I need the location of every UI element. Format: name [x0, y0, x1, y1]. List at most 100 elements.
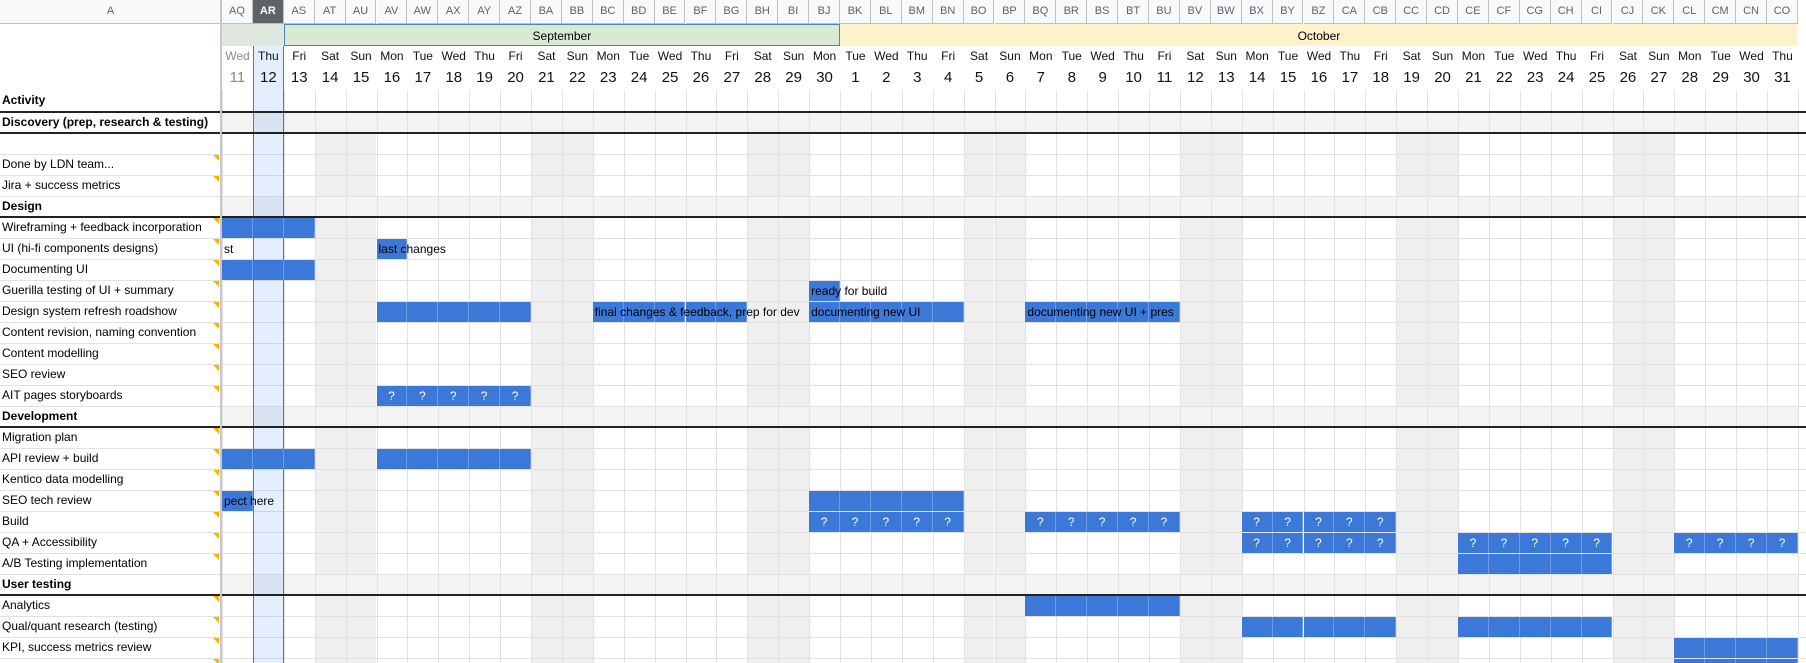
column-header-be[interactable]: BE	[654, 0, 686, 24]
activity-row-label[interactable]: Qual/quant research (testing)	[0, 616, 218, 637]
column-header-cf[interactable]: CF	[1488, 0, 1520, 24]
column-header-ar[interactable]: AR	[252, 0, 284, 24]
task-bar-cell[interactable]	[283, 449, 315, 469]
column-header-bg[interactable]: BG	[716, 0, 748, 24]
activity-row-label[interactable]: Iterations plan	[0, 658, 218, 663]
task-bar-cell[interactable]	[1458, 617, 1489, 637]
section-heading[interactable]: Design	[0, 196, 218, 217]
task-bar-cell[interactable]	[438, 302, 470, 322]
task-bar-cell[interactable]	[1767, 638, 1798, 658]
task-bar-cell-uncertain[interactable]: ?	[438, 386, 470, 406]
activity-row-label[interactable]	[0, 133, 218, 154]
task-bar-cell-uncertain[interactable]: ?	[1365, 512, 1397, 532]
activity-row-label[interactable]: QA + Accessibility	[0, 532, 218, 553]
activity-row-label[interactable]: Design system refresh roadshow	[0, 301, 218, 322]
task-bar-cell-uncertain[interactable]: ?	[1550, 533, 1582, 553]
column-header-cg[interactable]: CG	[1519, 0, 1551, 24]
task-bar-cell[interactable]	[222, 218, 253, 238]
column-header-ba[interactable]: BA	[531, 0, 562, 24]
column-header-ce[interactable]: CE	[1458, 0, 1489, 24]
task-bar-cell[interactable]	[1519, 617, 1551, 637]
activity-row-label[interactable]: Wireframing + feedback incorporation	[0, 217, 218, 238]
activity-row-label[interactable]: Analytics	[0, 595, 218, 616]
activity-row-label[interactable]: Content modelling	[0, 343, 218, 364]
task-bar-cell-uncertain[interactable]: ?	[1056, 512, 1088, 532]
task-bar-cell[interactable]	[252, 260, 284, 280]
task-bar-cell[interactable]	[1674, 659, 1706, 663]
column-header-ci[interactable]: CI	[1581, 0, 1613, 24]
task-bar-cell[interactable]	[500, 302, 531, 322]
activity-row-label[interactable]: API review + build	[0, 448, 218, 469]
column-header-ay[interactable]: AY	[469, 0, 501, 24]
column-header-bf[interactable]: BF	[685, 0, 717, 24]
task-bar-cell-uncertain[interactable]: ?	[1272, 512, 1304, 532]
task-bar-cell[interactable]	[1149, 596, 1180, 616]
activity-row-label[interactable]: Kentico data modelling	[0, 469, 218, 490]
task-bar-cell-uncertain[interactable]: ?	[840, 512, 871, 532]
column-header-bt[interactable]: BT	[1118, 0, 1149, 24]
task-bar-cell[interactable]	[1488, 617, 1520, 637]
task-bar-cell[interactable]	[1488, 554, 1520, 574]
task-bar-cell[interactable]	[500, 449, 531, 469]
task-bar-cell[interactable]	[376, 302, 408, 322]
task-bar-cell-uncertain[interactable]: ?	[1458, 533, 1489, 553]
task-bar-cell[interactable]	[469, 302, 501, 322]
task-bar-cell[interactable]	[1118, 596, 1149, 616]
task-bar-cell-uncertain[interactable]: ?	[1334, 533, 1366, 553]
column-header-ck[interactable]: CK	[1643, 0, 1675, 24]
task-bar-cell-uncertain[interactable]: ?	[870, 512, 902, 532]
column-header-cm[interactable]: CM	[1705, 0, 1737, 24]
spreadsheet-grid[interactable]: A AQ AR AS AT AU AV AW AX AY AZ BA BB BC BD BE BF BG BH BI…	[0, 0, 1806, 663]
column-header-bi[interactable]: BI	[778, 0, 810, 24]
task-bar-cell-uncertain[interactable]: ?	[1674, 533, 1706, 553]
task-bar-cell[interactable]	[438, 449, 470, 469]
task-bar-cell[interactable]	[283, 218, 315, 238]
task-bar-cell[interactable]	[1272, 617, 1304, 637]
column-header-ch[interactable]: CH	[1550, 0, 1582, 24]
column-header-a[interactable]: A	[0, 0, 222, 24]
task-bar-cell-uncertain[interactable]: ?	[932, 512, 964, 532]
column-header-az[interactable]: AZ	[500, 0, 531, 24]
task-bar-cell-uncertain[interactable]: ?	[469, 386, 501, 406]
column-header-bv[interactable]: BV	[1179, 0, 1211, 24]
activity-row-label[interactable]: KPI, success metrics review	[0, 637, 218, 658]
column-header-cb[interactable]: CB	[1365, 0, 1397, 24]
column-header-bz[interactable]: BZ	[1303, 0, 1335, 24]
column-header-co[interactable]: CO	[1767, 0, 1798, 24]
task-bar-cell[interactable]	[1550, 554, 1582, 574]
task-bar-cell[interactable]	[469, 449, 501, 469]
section-heading[interactable]: Discovery (prep, research & testing)	[0, 112, 218, 133]
column-header-bn[interactable]: BN	[932, 0, 964, 24]
column-header-ca[interactable]: CA	[1334, 0, 1366, 24]
column-header-bj[interactable]: BJ	[809, 0, 840, 24]
activity-row-label[interactable]: UI (hi-fi components designs)	[0, 238, 218, 259]
column-header-cd[interactable]: CD	[1427, 0, 1458, 24]
column-header-bp[interactable]: BP	[994, 0, 1026, 24]
task-bar-cell[interactable]	[901, 491, 933, 511]
task-bar-cell-uncertain[interactable]: ?	[1241, 512, 1273, 532]
column-header-as[interactable]: AS	[283, 0, 315, 24]
task-bar-cell[interactable]	[932, 491, 964, 511]
activity-row-label[interactable]: SEO review	[0, 364, 218, 385]
column-header-av[interactable]: AV	[376, 0, 408, 24]
activity-row-label[interactable]: Done by LDN team...	[0, 154, 218, 175]
task-bar-cell-uncertain[interactable]: ?	[1303, 533, 1335, 553]
task-bar-cell[interactable]	[1736, 659, 1767, 663]
task-bar-cell-uncertain[interactable]: ?	[1767, 533, 1798, 553]
column-header-bl[interactable]: BL	[870, 0, 902, 24]
task-bar-cell[interactable]	[1365, 617, 1397, 637]
column-header-ax[interactable]: AX	[438, 0, 470, 24]
task-bar-cell-uncertain[interactable]: ?	[1334, 512, 1366, 532]
column-header-by[interactable]: BY	[1272, 0, 1304, 24]
column-header-br[interactable]: BR	[1056, 0, 1088, 24]
column-header-bc[interactable]: BC	[592, 0, 624, 24]
column-header-au[interactable]: AU	[345, 0, 377, 24]
task-bar-cell[interactable]	[870, 491, 902, 511]
column-header-bo[interactable]: BO	[963, 0, 995, 24]
column-header-bx[interactable]: BX	[1241, 0, 1273, 24]
task-bar-cell-uncertain[interactable]: ?	[1025, 512, 1057, 532]
task-bar-cell[interactable]	[283, 260, 315, 280]
activity-row-label[interactable]: Content revision, naming convention	[0, 322, 218, 343]
activity-row-label[interactable]: A/B Testing implementation	[0, 553, 218, 574]
column-header-bu[interactable]: BU	[1149, 0, 1180, 24]
